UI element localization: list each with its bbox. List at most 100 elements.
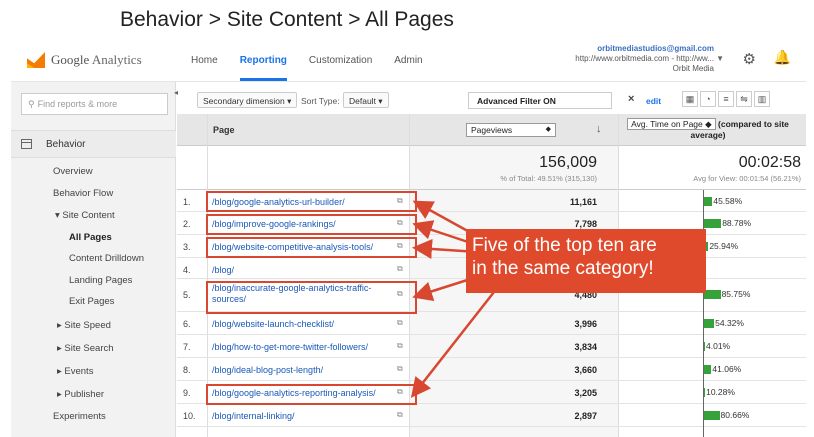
main-nav: Home Reporting Customization Admin	[191, 38, 445, 82]
callout-box: Five of the top ten are in the same cate…	[466, 229, 706, 293]
total-avg-time: 00:02:58	[738, 154, 801, 171]
account-url: http://www.orbitmedia.com - http://ww...	[575, 54, 714, 63]
sort-descending-icon[interactable]: ↓	[596, 123, 602, 135]
pageviews-metric-dropdown[interactable]: Pageviews ◆	[466, 123, 556, 137]
pie-view-icon[interactable]: ◔	[700, 91, 716, 107]
sidebar-item-landing-pages[interactable]: Landing Pages	[69, 275, 132, 286]
row-number: 9.	[183, 388, 191, 398]
pageviews-value: 2,897	[574, 411, 597, 421]
account-email: orbitmediastudios@gmail.com	[597, 44, 714, 53]
behavior-icon	[21, 139, 32, 149]
pageviews-value: 3,205	[574, 388, 597, 398]
open-page-icon[interactable]: ⧉	[397, 218, 403, 228]
account-name: Orbit Media	[672, 64, 714, 73]
sort-type-label: Sort Type:	[301, 96, 340, 106]
avg-time-metric-dropdown[interactable]: Avg. Time on Page ◆	[627, 118, 716, 130]
account-dropdown-icon[interactable]: ▼	[716, 54, 724, 63]
page-link[interactable]: /blog/internal-linking/	[212, 411, 392, 422]
pivot-view-icon[interactable]: ▥	[754, 91, 770, 107]
pageviews-value: 3,660	[574, 365, 597, 375]
table-header: Page Pageviews ◆ ↓ Avg. Time on Page ◆ (c…	[177, 114, 806, 146]
comparison-percent: 10.28%	[706, 387, 735, 397]
open-page-icon[interactable]: ⧉	[397, 196, 403, 206]
callout-line-1: Five of the top ten are	[472, 235, 657, 256]
page-link[interactable]: /blog/inaccurate-google-analytics-traffi…	[212, 283, 392, 305]
open-page-icon[interactable]: ⧉	[397, 364, 403, 374]
nav-admin[interactable]: Admin	[394, 55, 422, 66]
pageviews-value: 11,161	[569, 197, 597, 207]
row-number: 7.	[183, 342, 191, 352]
nav-customization[interactable]: Customization	[309, 55, 372, 66]
page-link[interactable]: /blog/improve-google-rankings/	[212, 219, 392, 230]
sidebar-item-site-content[interactable]: ▾ Site Content	[55, 210, 115, 221]
page-link[interactable]: /blog/	[212, 265, 392, 276]
comparison-percent: 41.06%	[712, 364, 742, 374]
sidebar-item-site-search[interactable]: ▸ Site Search	[57, 343, 114, 354]
page-link[interactable]: /blog/website-competitive-analysis-tools…	[212, 242, 392, 253]
report-toolbar: Secondary dimension ▾ Sort Type: Default…	[177, 88, 806, 112]
sidebar-item-content-drilldown[interactable]: Content Drilldown	[69, 253, 144, 264]
sidebar-section-behavior[interactable]: Behavior	[11, 130, 176, 158]
edit-filter-link[interactable]: edit	[646, 96, 661, 106]
table-row: 1. /blog/google-analytics-url-builder/ ⧉ 11…	[177, 190, 806, 212]
sidebar-item-overview[interactable]: Overview	[53, 166, 93, 177]
comparison-bar	[703, 319, 715, 328]
nav-reporting[interactable]: Reporting	[239, 40, 287, 81]
slide-title: Behavior > Site Content > All Pages	[120, 8, 454, 31]
avg-time-for-view: Avg for View: 00:01:54 (56.21%)	[693, 174, 801, 183]
page-link[interactable]: /blog/website-launch-checklist/	[212, 319, 392, 330]
row-number: 2.	[183, 219, 191, 229]
table-row: 6. /blog/website-launch-checklist/ ⧉ 3,996 5…	[177, 312, 806, 335]
page-link[interactable]: /blog/ideal-blog-post-length/	[212, 365, 392, 376]
secondary-dimension-dropdown[interactable]: Secondary dimension ▾	[197, 92, 298, 108]
sidebar-item-exit-pages[interactable]: Exit Pages	[69, 296, 114, 307]
page-link[interactable]: /blog/google-analytics-url-builder/	[212, 197, 392, 208]
comparison-percent: 80.66%	[720, 410, 750, 420]
callout-line-2: in the same category!	[472, 258, 654, 279]
open-page-icon[interactable]: ⧉	[397, 318, 403, 328]
search-input[interactable]: ⚲ Find reports & more	[21, 93, 168, 115]
comparison-percent: 25.94%	[709, 241, 739, 251]
row-number: 4.	[183, 265, 191, 275]
performance-view-icon[interactable]: ≡	[718, 91, 734, 107]
comparison-view-icon[interactable]: ⇋	[736, 91, 752, 107]
open-page-icon[interactable]: ⧉	[397, 264, 403, 274]
comparison-axis	[703, 190, 704, 437]
total-pageviews: 156,009	[539, 154, 597, 171]
nav-home[interactable]: Home	[191, 55, 218, 66]
open-page-icon[interactable]: ⧉	[397, 241, 403, 251]
gear-icon[interactable]: ⚙	[743, 50, 756, 68]
search-icon: ⚲	[28, 99, 35, 109]
comparison-percent: 54.32%	[715, 318, 744, 328]
advanced-filter-field[interactable]: Advanced Filter ON	[468, 92, 612, 109]
sort-type-dropdown[interactable]: Default ▾	[343, 92, 389, 108]
row-number: 3.	[183, 242, 191, 252]
clear-filter-button[interactable]: ×	[628, 93, 634, 105]
open-page-icon[interactable]: ⧉	[397, 341, 403, 351]
sidebar-item-publisher[interactable]: ▸ Publisher	[57, 389, 104, 400]
page-column-header: Page	[213, 125, 235, 135]
sidebar: ⚲ Find reports & more ◂ Behavior Overview…	[11, 82, 178, 437]
row-number: 10.	[183, 411, 196, 421]
pageviews-value: 7,798	[574, 219, 597, 229]
page-link[interactable]: /blog/how-to-get-more-twitter-followers/	[212, 342, 392, 353]
table-row: 9. /blog/google-analytics-reporting-analy…	[177, 381, 806, 404]
open-page-icon[interactable]: ⧉	[397, 410, 403, 420]
page-link[interactable]: /blog/google-analytics-reporting-analysi…	[212, 388, 392, 399]
total-pageviews-share: % of Total: 49.51% (315,130)	[500, 174, 597, 183]
table-row: 8. /blog/ideal-blog-post-length/ ⧉ 3,660 41.…	[177, 358, 806, 381]
account-selector[interactable]: orbitmediastudios@gmail.com http://www.o…	[575, 44, 714, 74]
sidebar-item-all-pages[interactable]: All Pages	[69, 232, 112, 243]
open-page-icon[interactable]: ⧉	[397, 387, 403, 397]
bell-icon[interactable]: 🔔	[774, 49, 791, 66]
sidebar-item-behavior-flow[interactable]: Behavior Flow	[53, 188, 113, 199]
sidebar-item-experiments[interactable]: Experiments	[53, 411, 106, 422]
sidebar-item-site-speed[interactable]: ▸ Site Speed	[57, 320, 111, 331]
table-view-icon[interactable]: ▦	[682, 91, 698, 107]
open-page-icon[interactable]: ⧉	[397, 289, 403, 299]
sidebar-item-events[interactable]: ▸ Events	[57, 366, 93, 377]
table-row: 7. /blog/how-to-get-more-twitter-follower…	[177, 335, 806, 358]
totals-row: 156,009 % of Total: 49.51% (315,130) 00:…	[177, 147, 806, 190]
google-analytics-logo[interactable]: Google Analytics	[27, 49, 142, 71]
comparison-percent: 85.75%	[721, 289, 751, 299]
